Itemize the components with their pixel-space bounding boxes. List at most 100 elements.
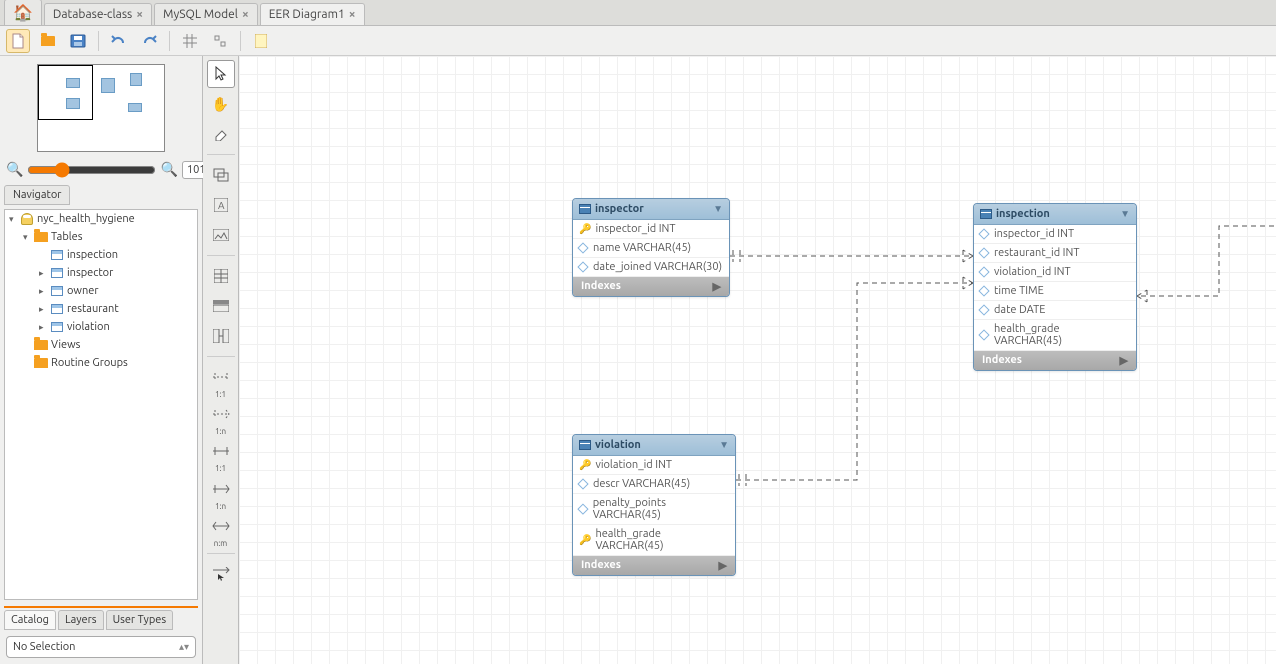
indexes-label: Indexes <box>581 559 621 572</box>
table-tool[interactable] <box>207 262 235 290</box>
entity-indexes[interactable]: Indexes▶ <box>573 277 729 296</box>
entity-violation[interactable]: violation▼🔑violation_id INT descr VARCHAR… <box>572 434 736 576</box>
indexes-label: Indexes <box>982 354 1022 367</box>
collapse-icon[interactable]: ▼ <box>719 439 729 451</box>
tab-user-types[interactable]: User Types <box>106 610 174 630</box>
entity-inspection[interactable]: inspection▼inspector_id INTrestaurant_id… <box>973 203 1137 371</box>
diagram-canvas[interactable]: inspector▼🔑inspector_id INTname VARCHAR(… <box>239 56 1276 664</box>
expand-icon[interactable]: ▶ <box>1120 354 1128 367</box>
layer-tool[interactable] <box>207 161 235 189</box>
hand-tool[interactable]: ✋ <box>207 90 235 118</box>
align-button[interactable] <box>208 29 232 53</box>
close-icon[interactable]: × <box>242 8 249 21</box>
folder-icon <box>34 358 48 368</box>
column-label: date_joined VARCHAR(30) <box>593 261 722 273</box>
rel-1-1-nonid-tool[interactable] <box>207 363 235 391</box>
tree-tables-folder[interactable]: ▾Tables <box>5 228 197 246</box>
rel-1-n-id-tool[interactable] <box>207 475 235 503</box>
rel-1-n-nonid-tool[interactable] <box>207 400 235 428</box>
collapse-icon[interactable]: ▼ <box>713 203 723 215</box>
cursor-icon <box>214 66 228 82</box>
image-tool[interactable] <box>207 221 235 249</box>
expand-icon[interactable]: ▶ <box>713 280 721 293</box>
zoom-out-icon[interactable]: 🔍 <box>6 161 23 178</box>
tab-eer-diagram[interactable]: EER Diagram1× <box>260 3 365 25</box>
entity-column[interactable]: name VARCHAR(45) <box>573 239 729 258</box>
collapse-icon[interactable]: ▼ <box>1120 208 1130 220</box>
table-icon <box>579 204 591 214</box>
eraser-tool[interactable] <box>207 120 235 148</box>
entity-column[interactable]: date_joined VARCHAR(30) <box>573 258 729 277</box>
expand-icon[interactable]: ▶ <box>719 559 727 572</box>
entity-column[interactable]: descr VARCHAR(45) <box>573 475 735 494</box>
entity-column[interactable]: date DATE <box>974 301 1136 320</box>
column-icon <box>577 478 588 489</box>
undo-button[interactable] <box>107 29 131 53</box>
entity-inspector[interactable]: inspector ▼ 🔑inspector_id INTname VARCHAR(… <box>572 198 730 297</box>
navigator-preview[interactable] <box>0 56 202 160</box>
redo-button[interactable] <box>137 29 161 53</box>
new-file-button[interactable] <box>6 29 30 53</box>
column-label: health_grade VARCHAR(45) <box>994 323 1130 347</box>
view-tool[interactable] <box>207 292 235 320</box>
key-icon: 🔑 <box>579 223 591 235</box>
entity-column[interactable]: 🔑health_grade VARCHAR(45) <box>573 525 735 556</box>
rel-icon <box>212 409 230 419</box>
tree-table-violation[interactable]: ▸violation <box>5 318 197 336</box>
close-icon[interactable]: × <box>136 8 143 21</box>
rel-icon <box>212 521 230 531</box>
entity-column[interactable]: health_grade VARCHAR(45) <box>974 320 1136 351</box>
save-button[interactable] <box>66 29 90 53</box>
entity-indexes[interactable]: Indexes ▶ <box>974 351 1136 370</box>
tree-table-owner[interactable]: ▸owner <box>5 282 197 300</box>
rel-label: n:m <box>214 540 227 547</box>
entity-column[interactable]: restaurant_id INT <box>974 244 1136 263</box>
column-icon <box>978 228 989 239</box>
open-file-button[interactable] <box>36 29 60 53</box>
zoom-in-icon[interactable]: 🔍 <box>160 161 177 178</box>
rel-1-1-id-tool[interactable] <box>207 437 235 465</box>
tree-table-restaurant[interactable]: ▸restaurant <box>5 300 197 318</box>
tab-catalog[interactable]: Catalog <box>4 610 56 630</box>
entity-indexes[interactable]: Indexes ▶ <box>573 556 735 575</box>
entity-column[interactable]: inspector_id INT <box>974 225 1136 244</box>
text-tool[interactable]: A <box>207 191 235 219</box>
entity-name: inspector <box>595 203 644 215</box>
routine-tool[interactable] <box>207 322 235 350</box>
tree-views-folder[interactable]: Views <box>5 336 197 354</box>
column-icon <box>978 285 989 296</box>
tree-table-inspector[interactable]: ▸inspector <box>5 264 197 282</box>
align-icon <box>213 34 227 48</box>
notes-button[interactable] <box>249 29 273 53</box>
tree-table-inspection[interactable]: inspection <box>5 246 197 264</box>
entity-header[interactable]: inspection▼ <box>974 204 1136 225</box>
entity-header[interactable]: violation▼ <box>573 435 735 456</box>
pointer-tool[interactable] <box>207 60 235 88</box>
grid-toggle-button[interactable] <box>178 29 202 53</box>
tab-mysql-model[interactable]: MySQL Model× <box>154 3 258 25</box>
selection-display[interactable]: No Selection▴▾ <box>6 636 196 658</box>
entity-column[interactable]: time TIME <box>974 282 1136 301</box>
rel-label: 1:n <box>215 428 226 435</box>
tab-database-class[interactable]: Database-class× <box>44 3 152 25</box>
tab-layers[interactable]: Layers <box>58 610 104 630</box>
zoom-controls: 🔍 🔍 101▾ <box>0 160 202 185</box>
navigator-tab[interactable]: Navigator <box>4 185 70 205</box>
rel-existing-tool[interactable] <box>207 560 235 588</box>
tree-routines-folder[interactable]: Routine Groups <box>5 354 197 372</box>
tab-home[interactable]: 🏠 <box>4 0 42 25</box>
rel-icon <box>212 446 230 456</box>
zoom-slider[interactable] <box>27 163 156 177</box>
column-label: descr VARCHAR(45) <box>593 478 690 490</box>
table-icon <box>51 286 63 296</box>
catalog-tree[interactable]: ▾nyc_health_hygiene ▾Tables inspection ▸… <box>4 209 198 600</box>
entity-column[interactable]: 🔑violation_id INT <box>573 456 735 475</box>
rel-n-m-tool[interactable] <box>207 512 235 540</box>
entity-header[interactable]: inspector ▼ <box>573 199 729 220</box>
entity-column[interactable]: violation_id INT <box>974 263 1136 282</box>
eraser-icon <box>213 127 229 141</box>
tree-schema[interactable]: ▾nyc_health_hygiene <box>5 210 197 228</box>
entity-column[interactable]: 🔑inspector_id INT <box>573 220 729 239</box>
close-icon[interactable]: × <box>349 8 356 21</box>
entity-column[interactable]: penalty_points VARCHAR(45) <box>573 494 735 525</box>
